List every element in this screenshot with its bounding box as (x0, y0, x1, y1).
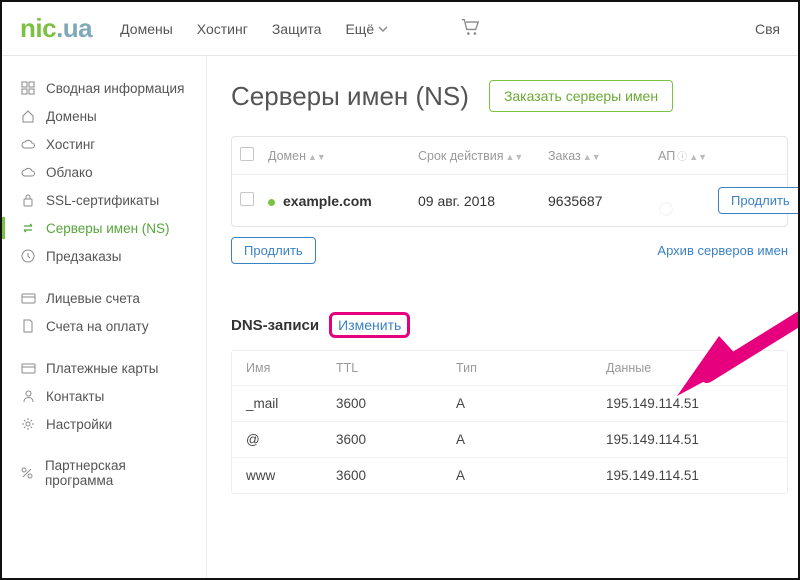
dns-record-row: @ 3600 A 195.149.114.51 (232, 422, 787, 458)
site-logo[interactable]: nic.ua (20, 13, 92, 44)
dns-name: www (246, 468, 336, 483)
sidebar-item-label: Счета на оплату (46, 319, 149, 334)
sidebar-item-accounts[interactable]: Лицевые счета (2, 284, 206, 312)
sidebar-item-label: Платежные карты (46, 361, 158, 376)
sidebar-item-label: SSL-сертификаты (46, 193, 159, 208)
dns-table: Имя TTL Тип Данные _mail 3600 A 195.149.… (231, 350, 788, 494)
swap-icon (20, 220, 36, 236)
nav-domains[interactable]: Домены (120, 21, 173, 37)
col-domain[interactable]: Домен▲▼ (268, 149, 418, 163)
sort-icon: ▲▼ (583, 152, 601, 162)
sidebar-item-ns[interactable]: Серверы имен (NS) (2, 214, 206, 242)
dns-data: 195.149.114.51 (606, 432, 773, 447)
expires-value: 09 авг. 2018 (418, 193, 548, 209)
status-dot-icon (268, 199, 275, 206)
dns-data: 195.149.114.51 (606, 396, 773, 411)
dns-edit-button[interactable]: Изменить (338, 317, 401, 333)
cart-icon[interactable] (460, 18, 480, 39)
info-icon[interactable]: ⓘ (677, 152, 687, 163)
dns-type: A (456, 396, 606, 411)
select-all-checkbox[interactable] (240, 147, 254, 161)
top-right-partial: Свя (755, 21, 780, 37)
sidebar-item-label: Контакты (46, 389, 104, 404)
dns-name: @ (246, 432, 336, 447)
percent-icon (20, 465, 35, 481)
lock-icon (20, 192, 36, 208)
dns-type: A (456, 468, 606, 483)
sort-icon: ▲▼ (308, 152, 326, 162)
dns-type: A (456, 432, 606, 447)
dns-record-row: _mail 3600 A 195.149.114.51 (232, 386, 787, 422)
dns-section-title: DNS-записи (231, 317, 319, 334)
home-icon (20, 108, 36, 124)
sidebar-item-label: Настройки (46, 417, 112, 432)
cloud-icon (20, 136, 36, 152)
dns-ttl: 3600 (336, 468, 456, 483)
sidebar-item-contacts[interactable]: Контакты (2, 382, 206, 410)
col-expires[interactable]: Срок действия▲▼ (418, 149, 548, 163)
sidebar-item-cloud[interactable]: Облако (2, 158, 206, 186)
sidebar-item-ssl[interactable]: SSL-сертификаты (2, 186, 206, 214)
top-nav: Домены Хостинг Защита Ещё (120, 18, 480, 39)
sort-icon: ▲▼ (689, 152, 707, 162)
sidebar-item-label: Серверы имен (NS) (46, 221, 170, 236)
dns-col-data: Данные (606, 361, 773, 375)
domains-panel: Домен▲▼ Срок действия▲▼ Заказ▲▼ АПⓘ▲▼ ex… (231, 136, 788, 227)
clock-icon (20, 248, 36, 264)
dns-ttl: 3600 (336, 432, 456, 447)
logo-ua: .ua (56, 13, 92, 43)
logo-nic: nic (20, 13, 56, 43)
sidebar-item-settings[interactable]: Настройки (2, 410, 206, 438)
sidebar: Сводная информация Домены Хостинг Облако… (2, 56, 207, 578)
bulk-renew-button[interactable]: Продлить (231, 237, 316, 264)
sort-icon: ▲▼ (505, 152, 523, 162)
order-value: 9635687 (548, 193, 658, 209)
nav-more[interactable]: Ещё (345, 21, 388, 37)
sidebar-item-preorders[interactable]: Предзаказы (2, 242, 206, 270)
col-order[interactable]: Заказ▲▼ (548, 149, 658, 163)
renew-button[interactable]: Продлить (718, 187, 798, 214)
domain-name[interactable]: example.com (283, 193, 372, 209)
sidebar-item-partners[interactable]: Партнерская программа (2, 452, 206, 494)
col-ap: АПⓘ▲▼ (658, 148, 718, 163)
dns-data: 195.149.114.51 (606, 468, 773, 483)
sidebar-item-label: Облако (46, 165, 93, 180)
sidebar-item-label: Домены (46, 109, 97, 124)
nav-hosting[interactable]: Хостинг (197, 21, 248, 37)
dns-col-ttl: TTL (336, 361, 456, 375)
gear-icon (20, 416, 36, 432)
sidebar-item-label: Предзаказы (46, 249, 121, 264)
doc-icon (20, 318, 36, 334)
sidebar-item-label: Сводная информация (46, 81, 184, 96)
nav-more-label: Ещё (345, 21, 374, 37)
edit-highlight: Изменить (329, 312, 410, 338)
archive-link[interactable]: Архив серверов имен (657, 243, 788, 258)
dns-col-type: Тип (456, 361, 606, 375)
sidebar-item-label: Партнерская программа (45, 458, 188, 488)
sidebar-item-domains[interactable]: Домены (2, 102, 206, 130)
card-icon (20, 290, 36, 306)
dns-name: _mail (246, 396, 336, 411)
sidebar-item-cards[interactable]: Платежные карты (2, 354, 206, 382)
sidebar-item-hosting[interactable]: Хостинг (2, 130, 206, 158)
grid-icon (20, 80, 36, 96)
dns-record-row: www 3600 A 195.149.114.51 (232, 458, 787, 493)
sidebar-item-label: Лицевые счета (46, 291, 140, 306)
cloud-icon (20, 164, 36, 180)
order-ns-button[interactable]: Заказать серверы имен (489, 80, 673, 112)
sidebar-item-summary[interactable]: Сводная информация (2, 74, 206, 102)
row-checkbox[interactable] (240, 192, 254, 206)
user-icon (20, 388, 36, 404)
chevron-down-icon (378, 24, 388, 34)
dns-col-name: Имя (246, 361, 336, 375)
sidebar-item-invoices[interactable]: Счета на оплату (2, 312, 206, 340)
page-title: Серверы имен (NS) (231, 81, 469, 112)
table-row: example.com 09 авг. 2018 9635687 Продлит… (232, 175, 787, 226)
card-icon (20, 360, 36, 376)
dns-ttl: 3600 (336, 396, 456, 411)
main-content: Серверы имен (NS) Заказать серверы имен … (207, 56, 798, 578)
sidebar-item-label: Хостинг (46, 137, 95, 152)
nav-protect[interactable]: Защита (272, 21, 322, 37)
